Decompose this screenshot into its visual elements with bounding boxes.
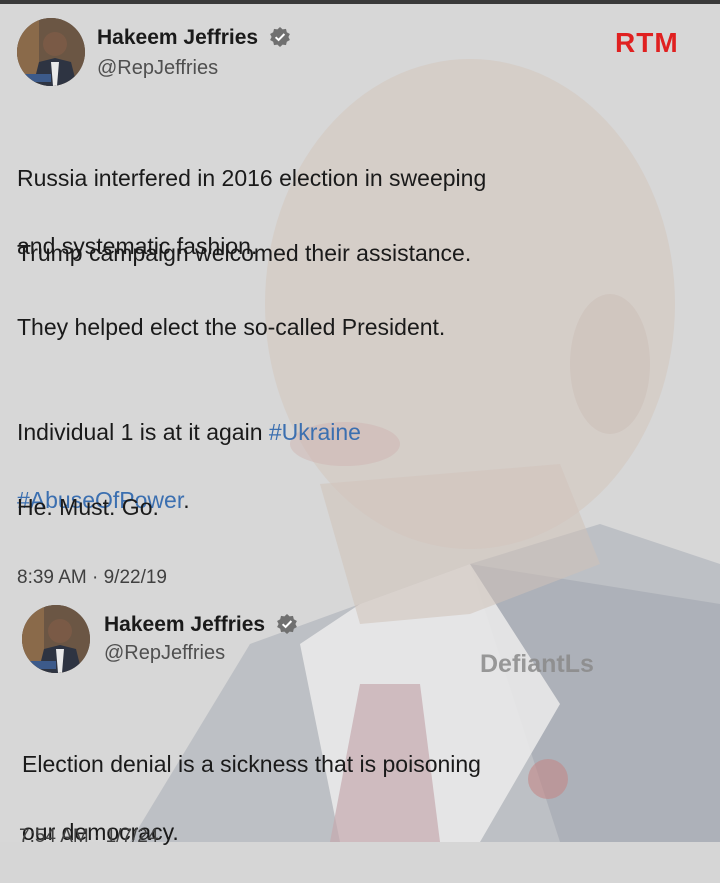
author-handle[interactable]: @RepJeffries bbox=[97, 57, 218, 80]
tweet-text-paragraph-3: They helped elect the so-called Presiden… bbox=[17, 314, 446, 340]
text-line: Election denial is a sickness that is po… bbox=[22, 751, 481, 777]
author-name-text[interactable]: Hakeem Jeffries bbox=[97, 26, 258, 49]
author-name[interactable]: Hakeem Jeffries bbox=[97, 26, 290, 50]
tweet-timestamp[interactable]: 8:39 AM · 9/22/19 bbox=[17, 567, 167, 589]
tweet-text-paragraph-1: Russia interfered in 2016 election in sw… bbox=[17, 127, 486, 297]
tweet-timestamp[interactable]: 7:54 AM · 1/7/24 bbox=[19, 826, 158, 848]
text-span: Individual 1 is at it again bbox=[17, 419, 269, 445]
author-name[interactable]: Hakeem Jeffries bbox=[104, 613, 297, 637]
tweet-text-paragraph-4: Individual 1 is at it again #Ukraine #Ab… bbox=[17, 381, 361, 551]
text-span: . bbox=[183, 487, 190, 513]
rtm-logo: RTM bbox=[615, 27, 679, 58]
author-handle[interactable]: @RepJeffries bbox=[104, 642, 225, 665]
verified-badge-icon bbox=[270, 27, 290, 47]
author-name-text[interactable]: Hakeem Jeffries bbox=[104, 613, 265, 636]
avatar[interactable] bbox=[17, 18, 85, 86]
tweet-text: Election denial is a sickness that is po… bbox=[22, 713, 481, 883]
avatar[interactable] bbox=[22, 605, 90, 673]
watermark: DefiantLs bbox=[480, 650, 594, 678]
text-line: Russia interfered in 2016 election in sw… bbox=[17, 165, 487, 191]
hashtag-link[interactable]: #Ukraine bbox=[269, 419, 361, 445]
tweet-text-paragraph-2: Trump campaign welcomed their assistance… bbox=[17, 240, 472, 266]
verified-badge-icon bbox=[277, 614, 297, 634]
tweet-text-paragraph-5: He. Must. Go. bbox=[17, 494, 159, 520]
